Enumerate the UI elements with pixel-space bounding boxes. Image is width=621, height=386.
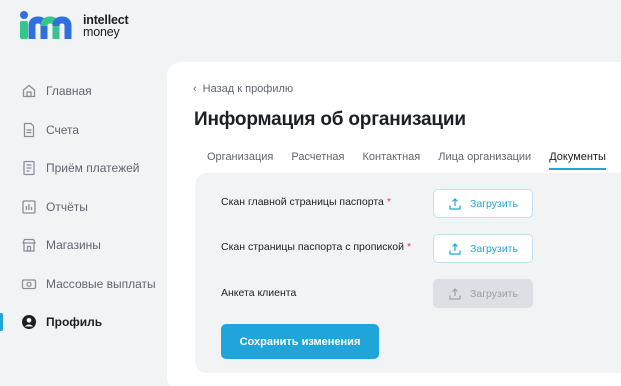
- back-link[interactable]: ‹ Назад к профилю: [193, 83, 293, 95]
- sidebar-item-payments[interactable]: Приём платежей: [0, 149, 165, 188]
- upload-icon: [449, 242, 461, 255]
- tab-bar: Организация Расчетная Контактная Лица ор…: [207, 151, 621, 170]
- chart-icon: [21, 199, 37, 215]
- user-icon: [21, 314, 37, 330]
- document-label-passport-main: Скан главной страницы паспорта *: [221, 196, 391, 208]
- upload-icon: [449, 197, 461, 210]
- upload-button-passport-main[interactable]: Загрузить: [433, 189, 533, 218]
- upload-button-label: Загрузить: [470, 242, 518, 255]
- sidebar-item-label: Главная: [46, 84, 92, 99]
- page-title: Информация об организации: [194, 109, 466, 130]
- brand-logo[interactable]: intellect money: [19, 10, 129, 42]
- sidebar-item-label: Профиль: [46, 315, 103, 330]
- main-panel: ‹ Назад к профилю Информация об организа…: [167, 62, 621, 386]
- tab-contact[interactable]: Контактная: [362, 151, 420, 170]
- upload-button-passport-registration[interactable]: Загрузить: [433, 234, 533, 263]
- upload-button-label: Загрузить: [470, 197, 518, 210]
- intellect-money-logo-icon: [20, 11, 72, 39]
- sidebar-item-stores[interactable]: Магазины: [0, 226, 165, 265]
- sidebar-item-label: Массовые выплаты: [46, 276, 156, 291]
- home-icon: [21, 83, 37, 99]
- document-icon: [21, 122, 37, 138]
- documents-card: Скан главной страницы паспорта * Загрузит…: [195, 173, 621, 373]
- document-label-text: Анкета клиента: [221, 287, 297, 299]
- required-mark: *: [386, 196, 391, 208]
- upload-button-label: Загрузить: [470, 287, 518, 300]
- required-mark: *: [406, 241, 412, 253]
- upload-icon: [449, 287, 461, 300]
- receipt-icon: [21, 160, 37, 176]
- back-link-label: Назад к профилю: [202, 83, 294, 95]
- tab-documents[interactable]: Документы: [549, 151, 606, 170]
- document-label-text: Скан страницы паспорта с пропиской: [221, 241, 404, 253]
- document-label-text: Скан главной страницы паспорта: [221, 196, 384, 208]
- sidebar-item-label: Отчёты: [46, 199, 88, 214]
- chevron-left-icon: ‹: [193, 83, 197, 95]
- brand-name: intellect money: [83, 14, 129, 39]
- sidebar: Главная Счета Приём платежей Отчёты Мага…: [0, 72, 165, 342]
- sidebar-item-accounts[interactable]: Счета: [0, 111, 165, 150]
- save-changes-button[interactable]: Сохранить изменения: [221, 324, 379, 359]
- sidebar-item-label: Счета: [46, 122, 80, 137]
- tab-organization[interactable]: Организация: [207, 151, 273, 170]
- document-label-client-form: Анкета клиента: [221, 287, 296, 299]
- tab-settlement[interactable]: Расчетная: [291, 151, 344, 170]
- tab-persons[interactable]: Лица организации: [438, 151, 531, 170]
- sidebar-item-profile[interactable]: Профиль: [0, 303, 165, 342]
- store-icon: [21, 237, 37, 253]
- brand-line2: money: [83, 25, 120, 39]
- sidebar-item-reports[interactable]: Отчёты: [0, 188, 165, 227]
- upload-button-client-form[interactable]: Загрузить: [433, 279, 533, 308]
- sidebar-item-label: Магазины: [46, 238, 101, 253]
- sidebar-item-label: Приём платежей: [46, 161, 140, 176]
- document-label-passport-registration: Скан страницы паспорта с пропиской *: [221, 241, 411, 253]
- sidebar-item-payouts[interactable]: Массовые выплаты: [0, 265, 165, 304]
- sidebar-item-home[interactable]: Главная: [0, 72, 165, 111]
- payout-icon: [21, 276, 37, 292]
